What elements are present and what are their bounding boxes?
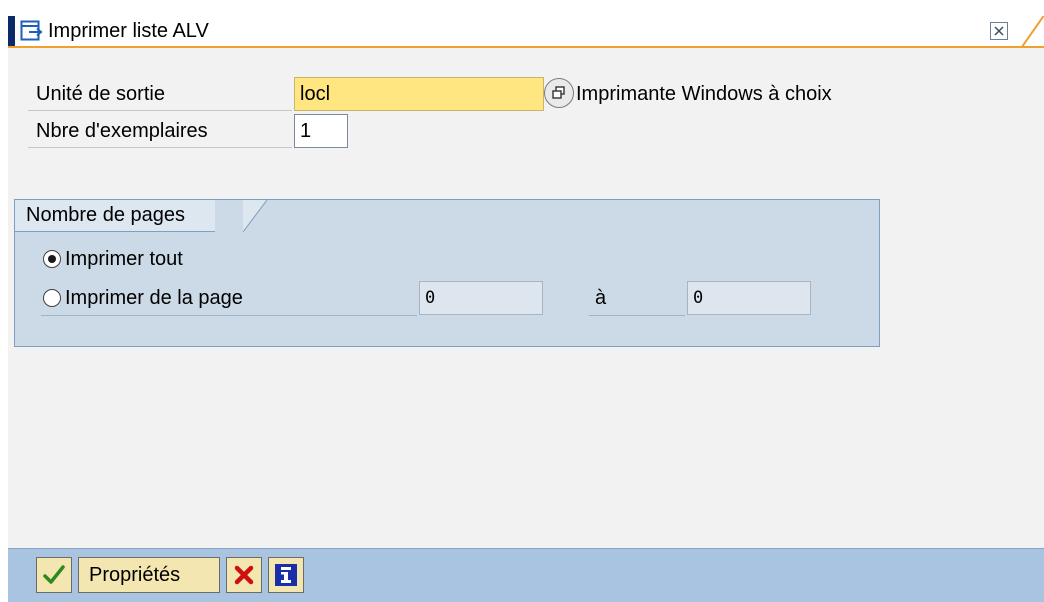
print-all-radio[interactable]: [43, 250, 61, 268]
properties-button[interactable]: Propriétés: [78, 557, 220, 593]
info-icon: [275, 564, 297, 586]
cancel-button[interactable]: [226, 557, 262, 593]
print-range-underline: [41, 315, 417, 316]
print-range-option[interactable]: Imprimer de la page: [43, 281, 243, 315]
checkmark-icon: [43, 565, 65, 584]
value-help-icon[interactable]: [544, 78, 574, 108]
close-icon[interactable]: [990, 22, 1008, 40]
page-to-label: à: [595, 287, 607, 309]
info-button[interactable]: [268, 557, 304, 593]
print-dialog-icon: [20, 20, 44, 42]
dialog-title-bar: Imprimer liste ALV: [8, 16, 1044, 48]
print-range-label: Imprimer de la page: [65, 287, 243, 309]
title-corner-decoration: [1020, 16, 1044, 46]
group-title-slant: [243, 200, 267, 232]
output-device-label: Unité de sortie: [28, 77, 292, 111]
print-all-option[interactable]: Imprimer tout: [43, 242, 183, 276]
print-range-radio[interactable]: [43, 289, 61, 307]
cancel-x-icon: [234, 565, 254, 585]
page-range-group: Nombre de pages Imprimer tout Imprimer d…: [14, 199, 880, 347]
copies-label: Nbre d'exemplaires: [28, 114, 292, 148]
title-accent-bar: [8, 16, 15, 46]
confirm-button[interactable]: [36, 557, 72, 593]
dialog-title: Imprimer liste ALV: [48, 20, 209, 42]
properties-button-label: Propriétés: [89, 564, 181, 586]
output-device-input[interactable]: locl: [294, 77, 544, 111]
copies-input[interactable]: 1: [294, 114, 348, 148]
print-all-label: Imprimer tout: [65, 248, 183, 270]
dialog-toolbar: Propriétés: [8, 548, 1044, 602]
page-to-input[interactable]: 0: [687, 281, 811, 315]
page-from-input[interactable]: 0: [419, 281, 543, 315]
dialog-content: Unité de sortie locl Imprimante Windows …: [8, 48, 1044, 548]
page-range-group-title: Nombre de pages: [15, 200, 215, 232]
output-device-description: Imprimante Windows à choix: [576, 83, 832, 105]
page-to-underline: [589, 315, 685, 316]
